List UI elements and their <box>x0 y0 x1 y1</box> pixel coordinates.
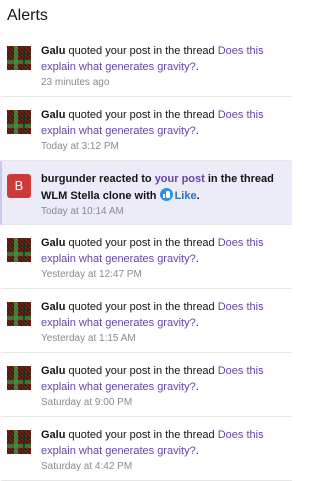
user-avatar[interactable] <box>7 366 31 390</box>
alert-action-text: reacted to <box>96 173 155 185</box>
alert-action-text: quoted your post in the thread <box>65 237 218 249</box>
alert-end-text: . <box>195 252 199 265</box>
alert-item[interactable]: Galu quoted your post in the thread Does… <box>0 33 292 97</box>
alert-text: Galu quoted your post in the thread Does… <box>41 300 281 331</box>
alert-content: burgunder reacted to your post in the th… <box>41 172 281 219</box>
alert-content: Galu quoted your post in the thread Does… <box>41 108 281 154</box>
alert-timestamp: Today at 3:12 PM <box>41 141 119 152</box>
alert-username[interactable]: Galu <box>41 237 65 249</box>
alert-end-text: . <box>195 124 199 137</box>
reaction-label: Like <box>174 189 197 202</box>
alert-action-text: quoted your post in the thread <box>65 45 218 57</box>
alert-username[interactable]: Galu <box>41 45 65 57</box>
alert-end-text: . <box>195 380 199 393</box>
alert-end-text: . <box>195 444 199 457</box>
user-avatar[interactable] <box>7 430 31 454</box>
thread-link[interactable]: WLM Stella clone <box>41 190 131 202</box>
user-avatar[interactable] <box>7 110 31 134</box>
user-avatar[interactable] <box>7 238 31 262</box>
alert-text: Galu quoted your post in the thread Does… <box>41 428 281 459</box>
alert-username[interactable]: burgunder <box>41 173 96 185</box>
alert-content: Galu quoted your post in the thread Does… <box>41 428 281 474</box>
alert-timestamp: Saturday at 4:42 PM <box>41 461 133 472</box>
alert-timestamp: Today at 10:14 AM <box>41 206 124 217</box>
alert-text: Galu quoted your post in the thread Does… <box>41 236 281 267</box>
alert-item[interactable]: Galu quoted your post in the thread Does… <box>0 289 292 353</box>
alert-username[interactable]: Galu <box>41 365 65 377</box>
alert-text: Galu quoted your post in the thread Does… <box>41 364 281 395</box>
alert-content: Galu quoted your post in the thread Does… <box>41 44 281 90</box>
alert-text: Galu quoted your post in the thread Does… <box>41 44 281 75</box>
alert-with-text: with <box>131 189 160 202</box>
alert-item[interactable]: Galu quoted your post in the thread Does… <box>0 417 292 481</box>
alert-action-text: quoted your post in the thread <box>65 109 218 121</box>
alert-action-text: quoted your post in the thread <box>65 301 218 313</box>
alert-username[interactable]: Galu <box>41 429 65 441</box>
alert-action-text: quoted your post in the thread <box>65 365 218 377</box>
user-avatar[interactable] <box>7 302 31 326</box>
alert-item[interactable]: Galu quoted your post in the thread Does… <box>0 353 292 417</box>
alert-item-unread[interactable]: B burgunder reacted to your post in the … <box>0 161 292 225</box>
alert-content: Galu quoted your post in the thread Does… <box>41 364 281 410</box>
alert-content: Galu quoted your post in the thread Does… <box>41 300 281 346</box>
alert-action-text: quoted your post in the thread <box>65 429 218 441</box>
post-link[interactable]: your post <box>155 173 205 185</box>
alert-action-text: in the thread <box>204 173 274 185</box>
like-icon <box>159 187 173 201</box>
alert-timestamp: Yesterday at 12:47 PM <box>41 269 142 280</box>
alert-list: Galu quoted your post in the thread Does… <box>0 33 292 481</box>
user-avatar[interactable] <box>7 46 31 70</box>
alert-item[interactable]: Galu quoted your post in the thread Does… <box>0 225 292 289</box>
alert-timestamp: Yesterday at 1:15 AM <box>41 333 136 344</box>
alert-end-text: . <box>195 60 199 73</box>
page-title: Alerts <box>7 7 48 24</box>
alert-text: Galu quoted your post in the thread Does… <box>41 108 281 139</box>
user-avatar[interactable]: B <box>7 174 31 198</box>
alert-item[interactable]: Galu quoted your post in the thread Does… <box>0 97 292 161</box>
alert-end-text: . <box>195 316 199 329</box>
alert-text: burgunder reacted to your post in the th… <box>41 172 281 204</box>
alert-end-text: . <box>196 189 200 202</box>
alert-content: Galu quoted your post in the thread Does… <box>41 236 281 282</box>
alert-username[interactable]: Galu <box>41 109 65 121</box>
alert-timestamp: Saturday at 9:00 PM <box>41 397 133 408</box>
alert-timestamp: 23 minutes ago <box>41 77 110 88</box>
alert-username[interactable]: Galu <box>41 301 65 313</box>
